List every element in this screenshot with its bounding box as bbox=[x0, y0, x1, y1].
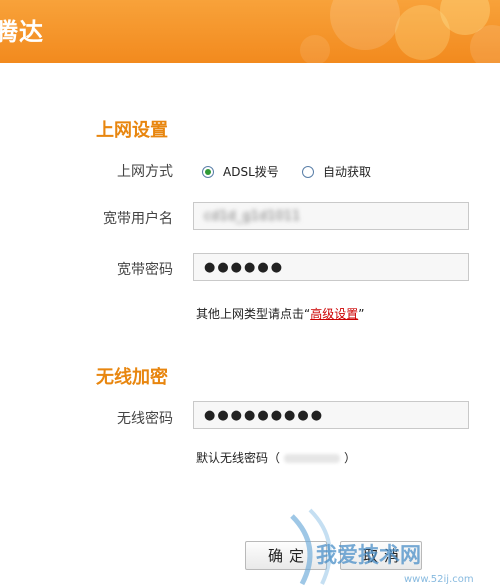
wireless-password-mask: ●●●●●●●●● bbox=[204, 407, 325, 423]
connection-mode-label: 上网方式 bbox=[117, 164, 173, 180]
wireless-password-label: 无线密码 bbox=[117, 411, 173, 427]
username-label: 宽带用户名 bbox=[103, 211, 173, 227]
watermark-url: www.52ij.com bbox=[404, 574, 474, 585]
section-title-wireless: 无线加密 bbox=[96, 367, 168, 388]
radio-unchecked-icon[interactable] bbox=[302, 165, 314, 178]
cancel-button[interactable]: 取消 bbox=[340, 541, 422, 570]
default-wireless-password: 默认无线密码（ ） bbox=[196, 449, 356, 466]
default-pwd-suffix: ） bbox=[344, 451, 357, 465]
decor-bubble bbox=[330, 0, 400, 50]
hint-suffix: ” bbox=[358, 307, 365, 321]
confirm-button[interactable]: 确定 bbox=[245, 541, 327, 570]
wireless-password-input[interactable]: ●●●●●●●●● bbox=[193, 401, 469, 429]
password-label: 宽带密码 bbox=[117, 262, 173, 278]
section-title-internet: 上网设置 bbox=[96, 120, 168, 141]
password-input[interactable]: ●●●●●● bbox=[193, 253, 469, 281]
radio-adsl[interactable]: ADSL拨号 bbox=[202, 163, 279, 180]
header-banner: 腾达 bbox=[0, 0, 500, 63]
username-value: cd1d_g1d1011 bbox=[204, 208, 301, 224]
advanced-settings-link[interactable]: 高级设置 bbox=[310, 307, 358, 321]
default-pwd-prefix: 默认无线密码（ bbox=[196, 451, 281, 465]
radio-checked-icon[interactable] bbox=[202, 165, 214, 178]
hint-prefix: 其他上网类型请点击“ bbox=[196, 307, 311, 321]
radio-auto[interactable]: 自动获取 bbox=[302, 163, 371, 180]
brand-logo-text: 腾达 bbox=[0, 18, 44, 46]
decor-bubble bbox=[300, 35, 330, 63]
radio-adsl-label[interactable]: ADSL拨号 bbox=[223, 163, 279, 180]
username-input[interactable]: cd1d_g1d1011 bbox=[193, 202, 469, 230]
advanced-hint: 其他上网类型请点击“高级设置” bbox=[196, 305, 364, 322]
password-mask: ●●●●●● bbox=[204, 259, 285, 275]
redacted-value bbox=[284, 454, 341, 463]
radio-auto-label[interactable]: 自动获取 bbox=[323, 163, 371, 180]
